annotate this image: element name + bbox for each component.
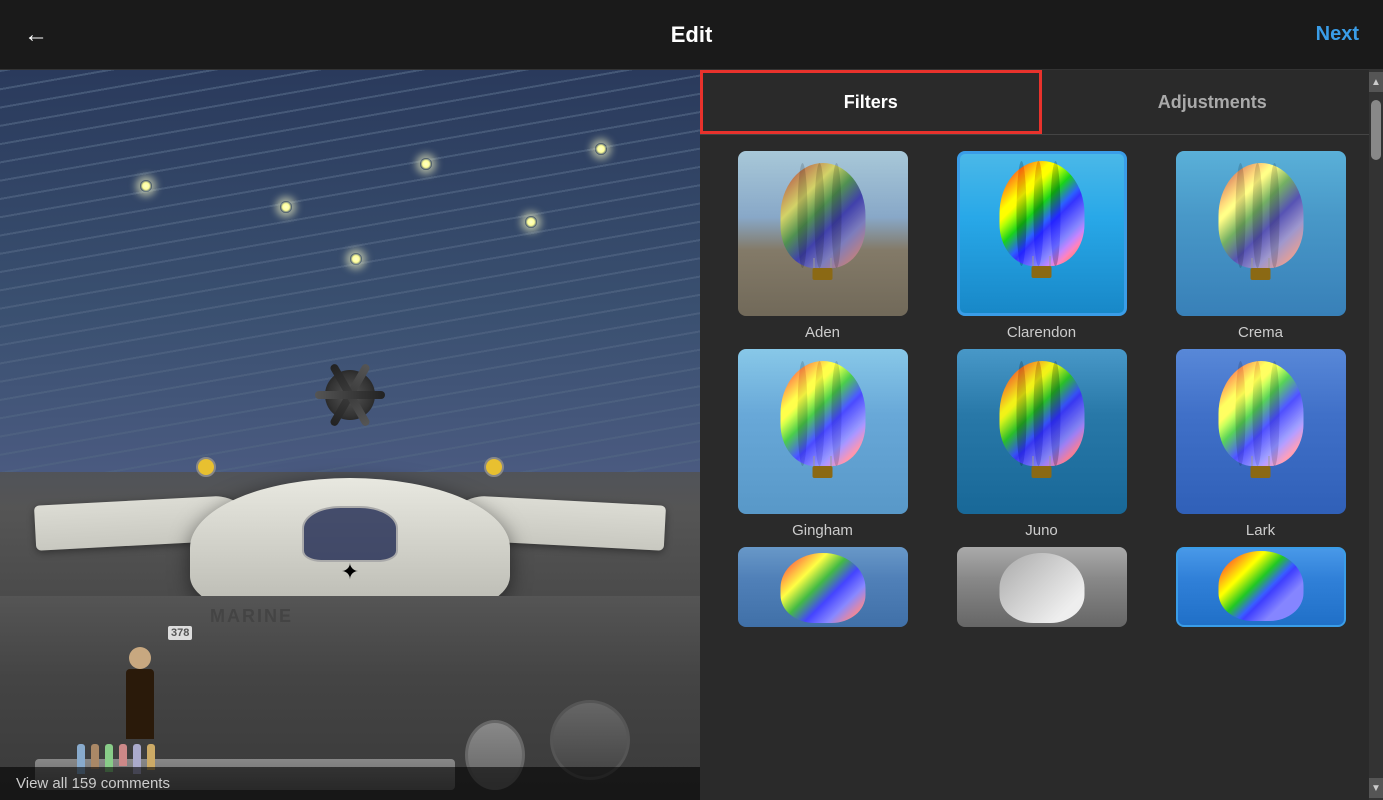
ceiling-light: [140, 180, 152, 192]
balloon-scene-juno: [957, 349, 1127, 514]
scrollbar-thumb[interactable]: [1371, 100, 1381, 160]
cockpit-window: [302, 506, 398, 562]
filter-clarendon[interactable]: Clarendon: [939, 151, 1144, 341]
filter-row3-1[interactable]: [720, 547, 925, 627]
balloon-scene-clarendon: [960, 154, 1124, 313]
person-head: [129, 647, 151, 669]
filter-aden[interactable]: Aden: [720, 151, 925, 341]
filters-grid: Aden: [700, 135, 1383, 800]
filter-gingham[interactable]: Gingham: [720, 349, 925, 539]
propeller-hub: [325, 370, 375, 420]
filter-thumb-lark: [1176, 349, 1346, 514]
filter-name-lark: Lark: [1246, 522, 1275, 539]
filter-row3-2[interactable]: [939, 547, 1144, 627]
tab-bar: Filters Adjustments: [700, 70, 1383, 135]
filter-thumb-aden: [738, 151, 908, 316]
filter-thumb-gingham: [738, 349, 908, 514]
scrollbar-track: ▲ ▼: [1369, 70, 1383, 800]
back-icon: ←: [24, 21, 48, 49]
filter-name-aden: Aden: [805, 324, 840, 341]
tail-number: 378: [168, 626, 192, 640]
filter-thumb-juno: [957, 349, 1127, 514]
scrollbar-down-arrow[interactable]: ▼: [1369, 778, 1383, 798]
tab-adjustments[interactable]: Adjustments: [1042, 70, 1383, 134]
filter-thumb-row3-1: [738, 547, 908, 627]
filter-name-clarendon: Clarendon: [1007, 324, 1076, 341]
scrollbar-inner: [1369, 92, 1383, 778]
filter-thumb-clarendon: [957, 151, 1127, 316]
tab-filters[interactable]: Filters: [700, 70, 1042, 134]
marines-text: MARINE: [210, 606, 293, 627]
ceiling-light: [525, 216, 537, 228]
scrollbar-up-arrow[interactable]: ▲: [1369, 72, 1383, 92]
balloon-scene-row3-3: [1178, 549, 1344, 625]
ceiling-light: [350, 253, 362, 265]
balloon-scene-aden: [738, 151, 908, 316]
filter-thumb-crema: [1176, 151, 1346, 316]
filter-thumb-row3-3: [1176, 547, 1346, 627]
ceiling-light: [420, 158, 432, 170]
balloon-scene-lark: [1176, 349, 1346, 514]
ceiling-light: [595, 143, 607, 155]
back-button[interactable]: ←: [24, 21, 48, 49]
bottom-caption: View all 159 comments: [0, 767, 700, 800]
filter-name-crema: Crema: [1238, 324, 1283, 341]
image-area: ✦: [0, 70, 700, 800]
filters-panel: Filters Adjustments: [700, 70, 1383, 800]
main-image: ✦: [0, 70, 700, 800]
next-button[interactable]: Next: [1316, 23, 1359, 46]
filter-row3-3[interactable]: [1158, 547, 1363, 627]
balloon-scene-row3-1: [738, 547, 908, 627]
propeller-blade-3: [315, 391, 385, 399]
filter-name-gingham: Gingham: [792, 522, 853, 539]
wing-tip-left: [196, 457, 216, 477]
person-body: [126, 669, 154, 739]
filter-thumb-row3-2: [957, 547, 1127, 627]
header: ← Edit Next: [0, 0, 1383, 70]
wing-tip-right: [484, 457, 504, 477]
balloon-scene-gingham: [738, 349, 908, 514]
main-content: ✦: [0, 70, 1383, 800]
header-title: Edit: [671, 22, 713, 48]
filter-name-juno: Juno: [1025, 522, 1058, 539]
filter-lark[interactable]: Lark: [1158, 349, 1363, 539]
balloon-scene-row3-2: [957, 547, 1127, 627]
balloon-scene-crema: [1176, 151, 1346, 316]
filter-crema[interactable]: Crema: [1158, 151, 1363, 341]
filter-juno[interactable]: Juno: [939, 349, 1144, 539]
plane-marking: ✦: [324, 555, 375, 590]
